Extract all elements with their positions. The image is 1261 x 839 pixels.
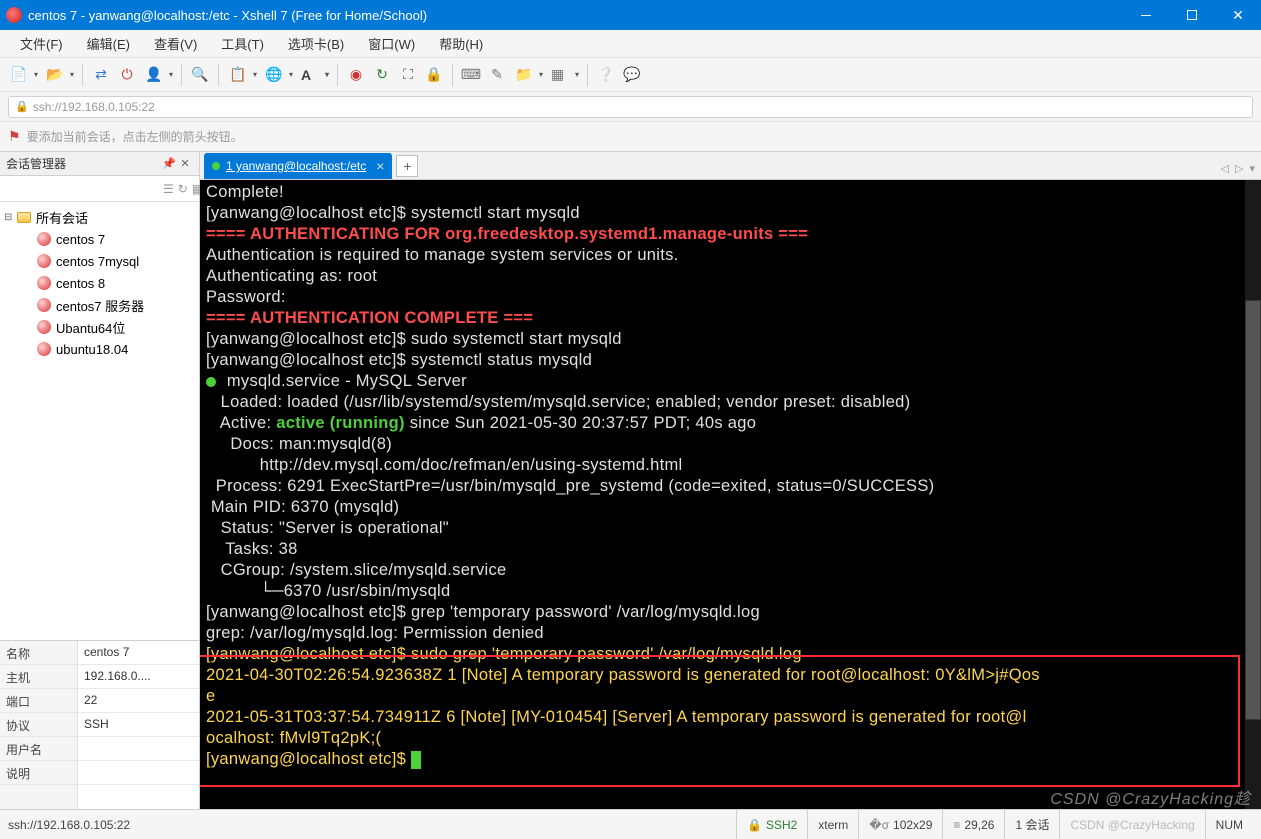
reconnect-button[interactable]: ⇄ — [89, 63, 113, 87]
title-bar: centos 7 - yanwang@localhost:/etc - Xshe… — [0, 0, 1261, 30]
window-icon[interactable]: ▦ — [547, 63, 581, 87]
minimize-button[interactable] — [1123, 0, 1169, 30]
lock-button[interactable]: 🔒 — [422, 63, 446, 87]
font-button[interactable]: A — [297, 63, 331, 87]
profile-button[interactable]: 👤 — [141, 63, 175, 87]
green-refresh-icon[interactable]: ↻ — [370, 63, 394, 87]
app-icon — [6, 7, 22, 23]
status-caps: CSDN @CrazyHacking — [1059, 810, 1204, 839]
lock-icon: 🔒 — [15, 100, 29, 113]
tab-close-icon[interactable]: × — [376, 158, 384, 174]
status-bar: ssh://192.168.0.105:22 🔒SSH2 xterm �σ102… — [0, 809, 1261, 839]
status-dot-icon — [212, 162, 220, 170]
status-sessions: 1 会话 — [1004, 810, 1059, 839]
menu-view[interactable]: 查看(V) — [142, 34, 209, 53]
status-proto: 🔒SSH2 — [736, 810, 807, 839]
session-item-ubantu64[interactable]: Ubantu64位 — [0, 316, 199, 338]
menu-edit[interactable]: 编辑(E) — [75, 34, 142, 53]
tab-active[interactable]: 1 yanwang@localhost:/etc × — [204, 153, 392, 179]
fullscreen-button[interactable]: ⛶ — [396, 63, 420, 87]
hint-text: 要添加当前会话，点击左侧的箭头按钮。 — [27, 128, 243, 145]
session-search-row: ☰ ↻ ▦ — [0, 176, 199, 202]
address-bar: 🔒 ssh://192.168.0.105:22 — [0, 92, 1261, 122]
flag-icon: ⚑ — [8, 128, 21, 145]
session-manager-panel: 会话管理器 📌 ✕ ☰ ↻ ▦ ⊟ 所有会话 centos 7 centos 7… — [0, 152, 200, 809]
refresh-icon[interactable]: ↻ — [178, 182, 188, 196]
pin-icon[interactable]: 📌 — [161, 157, 177, 170]
menu-bar: 文件(F) 编辑(E) 查看(V) 工具(T) 选项卡(B) 窗口(W) 帮助(… — [0, 30, 1261, 58]
menu-tools[interactable]: 工具(T) — [209, 34, 276, 53]
add-tab-button[interactable]: + — [396, 155, 418, 177]
tab-bar: 1 yanwang@localhost:/etc × + ◁ ▷ ▾ — [200, 152, 1261, 180]
terminal[interactable]: Complete![yanwang@localhost etc]$ system… — [200, 180, 1261, 809]
copy-button[interactable]: 📋 — [225, 63, 259, 87]
panel-close-icon[interactable]: ✕ — [177, 157, 193, 170]
session-search-input[interactable] — [4, 179, 159, 199]
disconnect-button[interactable]: ⏻ — [115, 63, 139, 87]
status-cursor: ≡29,26 — [942, 810, 1004, 839]
address-text: ssh://192.168.0.105:22 — [33, 100, 155, 114]
find-button[interactable]: 🔍 — [188, 63, 212, 87]
properties-table: 名称centos 7 主机192.168.0.... 端口22 协议SSH 用户… — [0, 640, 199, 809]
window-title: centos 7 - yanwang@localhost:/etc - Xshe… — [28, 8, 1123, 23]
tab-next-icon[interactable]: ▷ — [1235, 162, 1243, 175]
main-pane: 1 yanwang@localhost:/etc × + ◁ ▷ ▾ Compl… — [200, 152, 1261, 809]
tree-root-label: 所有会话 — [36, 208, 88, 227]
scrollbar-thumb[interactable] — [1245, 300, 1261, 720]
maximize-button[interactable] — [1169, 0, 1215, 30]
panel-title: 会话管理器 — [6, 155, 66, 172]
folder-plus-icon[interactable]: 📁 — [511, 63, 545, 87]
status-size: �σ102x29 — [858, 810, 942, 839]
status-term: xterm — [807, 810, 858, 839]
terminal-scrollbar[interactable] — [1245, 180, 1261, 809]
open-session-button[interactable]: 📂 — [42, 63, 76, 87]
tab-prev-icon[interactable]: ◁ — [1221, 162, 1229, 175]
collapse-icon[interactable]: ⊟ — [4, 212, 16, 223]
panel-header: 会话管理器 📌 ✕ — [0, 152, 199, 176]
session-item-centos7[interactable]: centos 7 — [0, 228, 199, 250]
tab-menu-icon[interactable]: ▾ — [1249, 162, 1255, 175]
menu-file[interactable]: 文件(F) — [8, 34, 75, 53]
tab-label: 1 yanwang@localhost:/etc — [226, 159, 366, 173]
status-num: NUM — [1205, 810, 1253, 839]
session-item-centos7mysql[interactable]: centos 7mysql — [0, 250, 199, 272]
menu-help[interactable]: 帮助(H) — [427, 34, 495, 53]
close-button[interactable]: ✕ — [1215, 0, 1261, 30]
session-item-ubuntu1804[interactable]: ubuntu18.04 — [0, 338, 199, 360]
menu-window[interactable]: 窗口(W) — [356, 34, 427, 53]
session-item-centos7server[interactable]: centos7 服务器 — [0, 294, 199, 316]
session-item-centos8[interactable]: centos 8 — [0, 272, 199, 294]
hint-bar: ⚑ 要添加当前会话，点击左侧的箭头按钮。 — [0, 122, 1261, 152]
keyboard-icon[interactable]: ⌨ — [459, 63, 483, 87]
new-session-button[interactable]: 📄 — [6, 63, 40, 87]
chat-icon[interactable]: 💬 — [620, 63, 644, 87]
folder-icon — [16, 209, 32, 225]
tree-root[interactable]: ⊟ 所有会话 — [0, 206, 199, 228]
red-dot-icon[interactable]: ◉ — [344, 63, 368, 87]
session-tree: ⊟ 所有会话 centos 7 centos 7mysql centos 8 c… — [0, 202, 199, 640]
toolbar: 📄 📂 ⇄ ⏻ 👤 🔍 📋 🌐 A ◉ ↻ ⛶ 🔒 ⌨ ✎ 📁 ▦ ❔ 💬 — [0, 58, 1261, 92]
status-connection: ssh://192.168.0.105:22 — [8, 818, 736, 832]
address-field[interactable]: 🔒 ssh://192.168.0.105:22 — [8, 96, 1253, 118]
filter-icon[interactable]: ☰ — [163, 182, 174, 196]
globe-button[interactable]: 🌐 — [261, 63, 295, 87]
help-button[interactable]: ❔ — [594, 63, 618, 87]
menu-tabs[interactable]: 选项卡(B) — [276, 34, 356, 53]
edit-icon[interactable]: ✎ — [485, 63, 509, 87]
